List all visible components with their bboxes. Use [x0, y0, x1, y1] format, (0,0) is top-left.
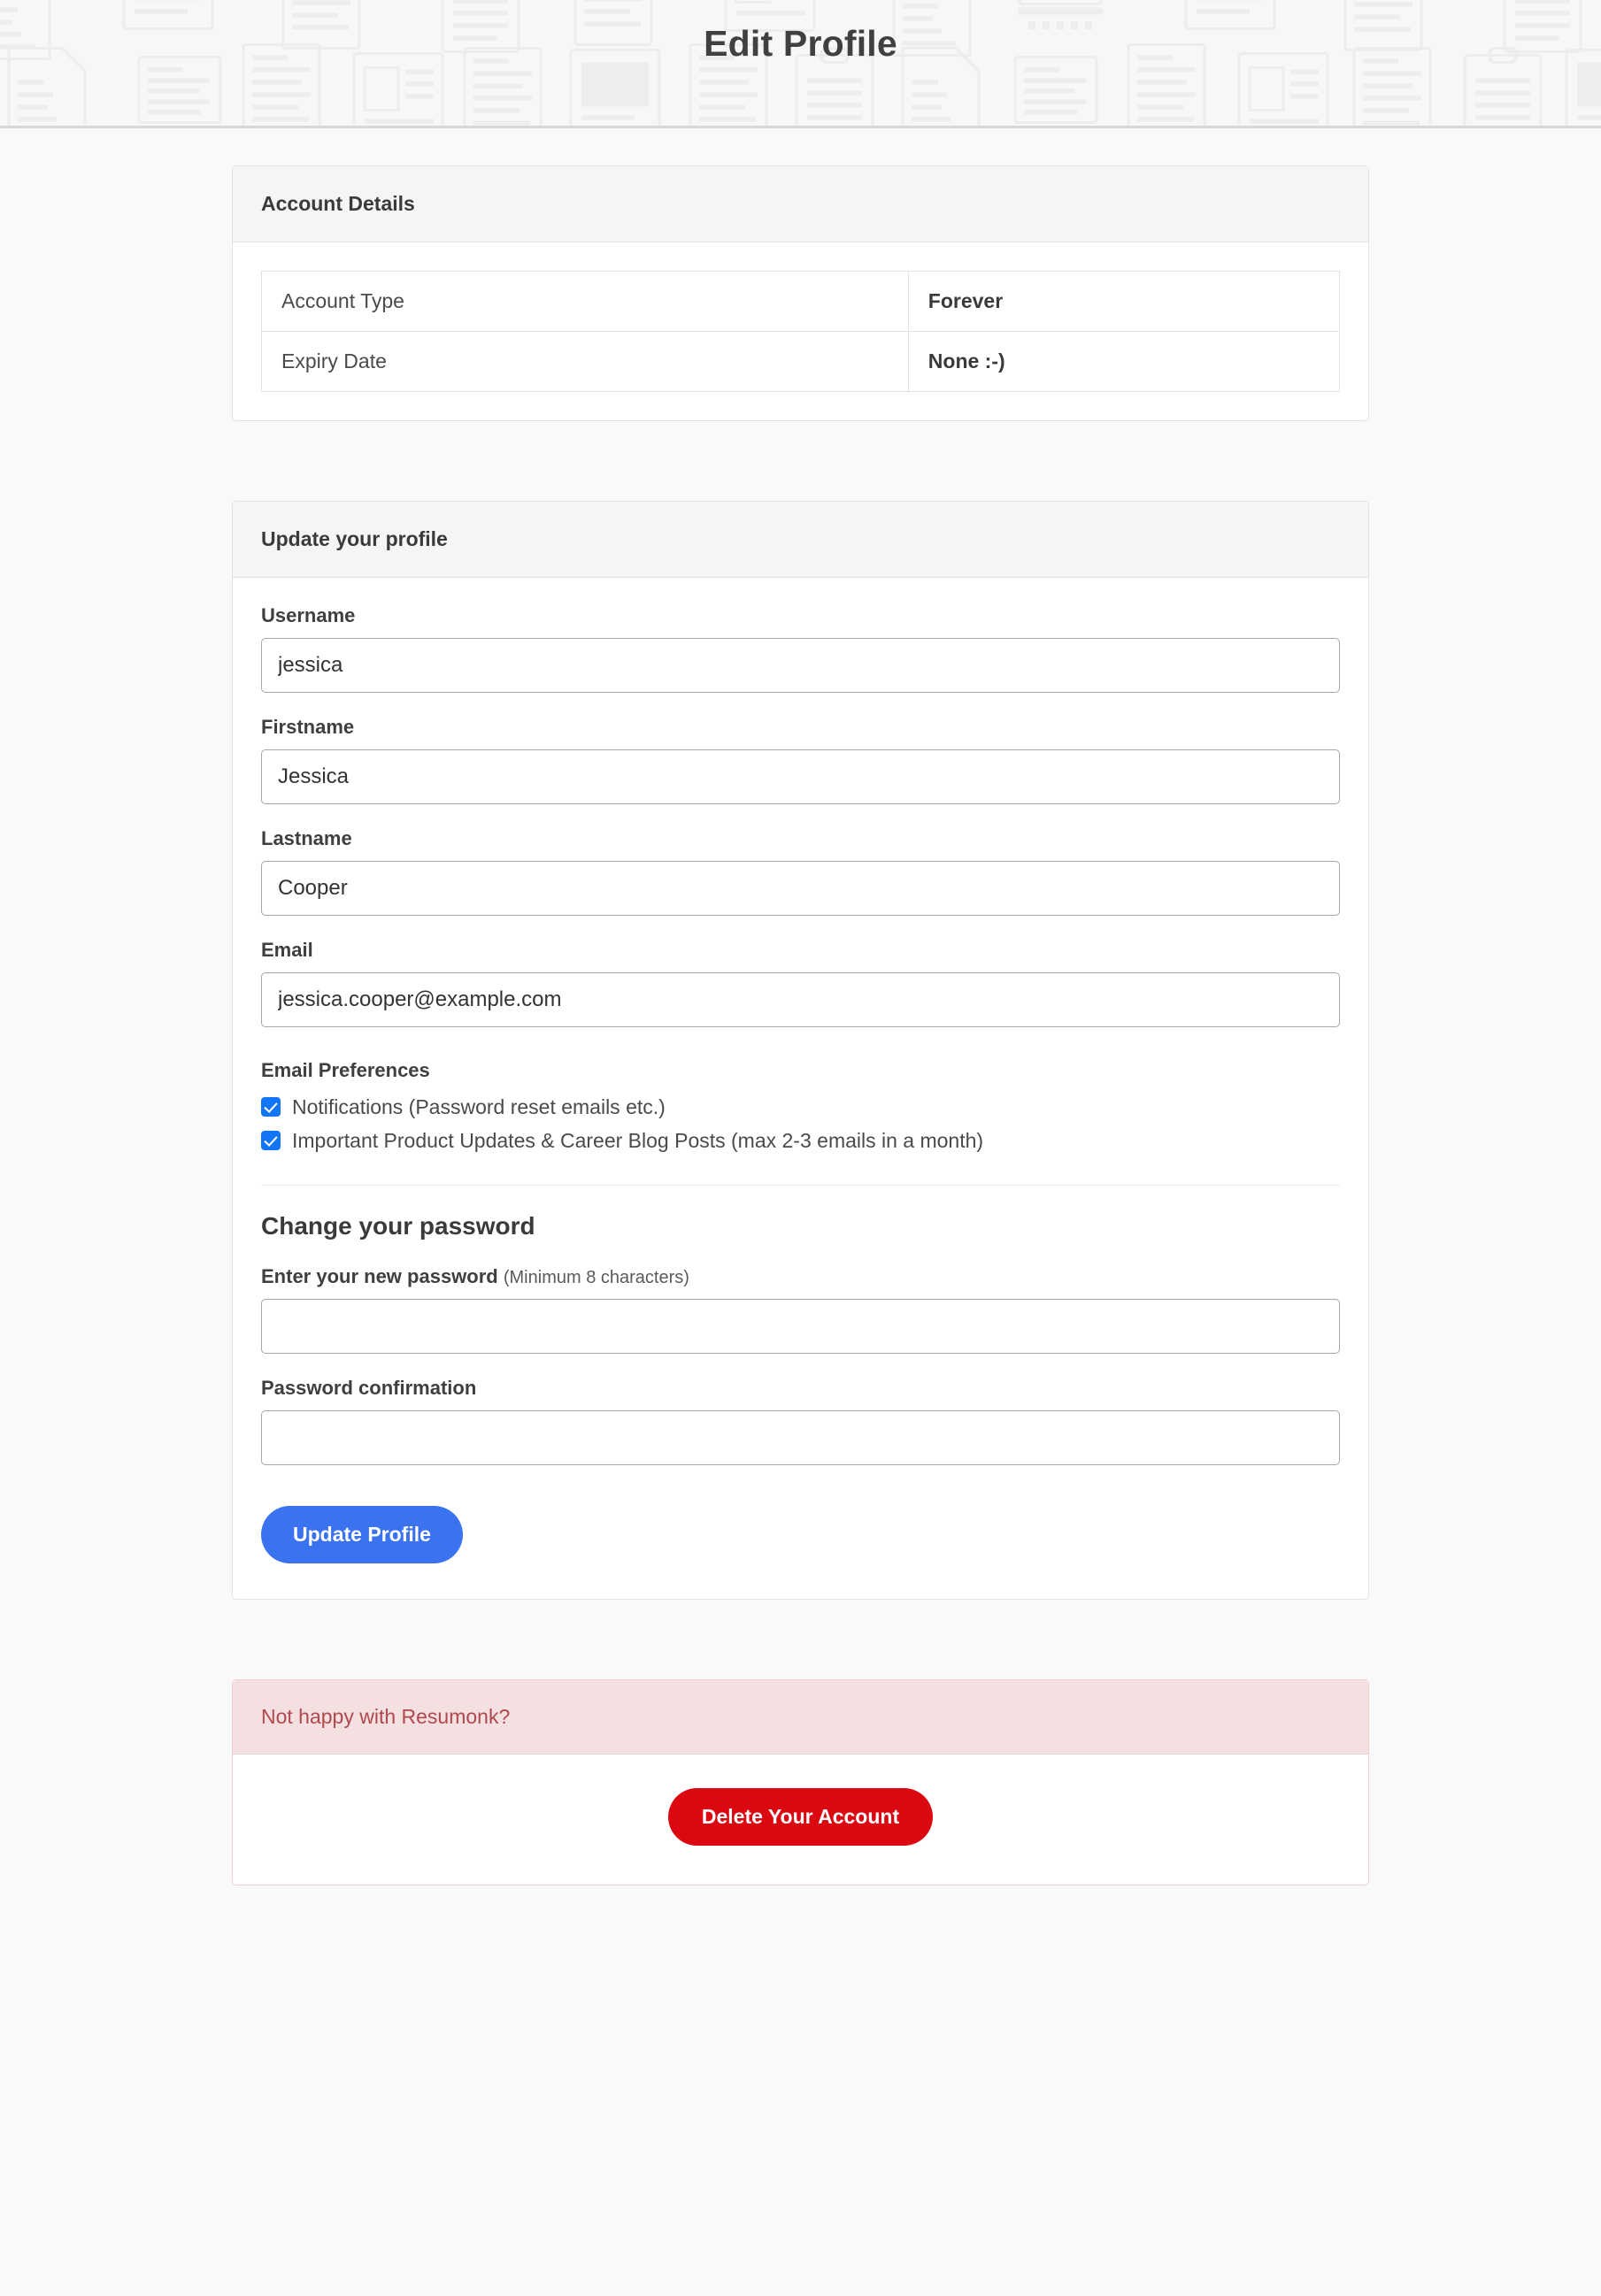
main-container: Account Details Account Type Forever Exp…	[232, 128, 1369, 1885]
username-input[interactable]	[261, 638, 1340, 693]
email-label: Email	[261, 939, 313, 961]
email-preferences-label: Email Preferences	[261, 1059, 430, 1081]
firstname-label: Firstname	[261, 716, 355, 738]
change-password-title: Change your password	[261, 1211, 535, 1240]
email-field-group: Email	[261, 939, 1340, 1027]
checkmark-icon[interactable]	[261, 1097, 281, 1117]
new-password-field-group: Enter your new password (Minimum 8 chara…	[261, 1265, 1340, 1354]
firstname-field-group: Firstname	[261, 716, 1340, 804]
email-preferences-group: Email Preferences Notifications (Passwor…	[261, 1059, 1340, 1154]
update-profile-button[interactable]: Update Profile	[261, 1505, 463, 1563]
update-profile-card: Update your profile Username Firstname L…	[232, 501, 1369, 1600]
password-confirmation-label: Password confirmation	[261, 1376, 477, 1399]
product-updates-checkbox-row[interactable]: Important Product Updates & Career Blog …	[261, 1128, 1340, 1154]
delete-account-body: Delete Your Account	[233, 1755, 1368, 1885]
account-type-label: Account Type	[261, 271, 909, 332]
page-header: Edit Profile	[0, 0, 1601, 128]
delete-account-card: Not happy with Resumonk? Delete Your Acc…	[232, 1678, 1369, 1885]
new-password-label-text: Enter your new password	[261, 1264, 498, 1287]
notifications-checkbox-row[interactable]: Notifications (Password reset emails etc…	[261, 1094, 1340, 1120]
table-row: Expiry Date None :-)	[261, 331, 1341, 392]
username-field-group: Username	[261, 604, 1340, 693]
delete-account-button[interactable]: Delete Your Account	[667, 1787, 934, 1846]
password-confirmation-field-group: Password confirmation	[261, 1377, 1340, 1465]
new-password-input[interactable]	[261, 1298, 1340, 1354]
account-details-card: Account Details Account Type Forever Exp…	[232, 165, 1369, 421]
lastname-label: Lastname	[261, 827, 352, 849]
expiry-date-label: Expiry Date	[261, 331, 909, 392]
expiry-date-value: None :-)	[907, 331, 1341, 392]
page-title: Edit Profile	[704, 23, 897, 64]
section-divider	[261, 1184, 1340, 1186]
notifications-checkbox-label: Notifications (Password reset emails etc…	[292, 1095, 666, 1118]
update-profile-title: Update your profile	[233, 502, 1368, 578]
new-password-label: Enter your new password (Minimum 8 chara…	[261, 1265, 1340, 1288]
password-confirmation-input[interactable]	[261, 1409, 1340, 1465]
account-details-body: Account Type Forever Expiry Date None :-…	[233, 242, 1368, 420]
product-updates-checkbox-label: Important Product Updates & Career Blog …	[292, 1128, 984, 1152]
account-details-title: Account Details	[233, 166, 1368, 242]
update-profile-form: Username Firstname Lastname Email Email …	[233, 578, 1368, 1599]
account-type-value: Forever	[907, 271, 1341, 332]
checkmark-icon[interactable]	[261, 1131, 281, 1151]
lastname-field-group: Lastname	[261, 827, 1340, 916]
email-input[interactable]	[261, 972, 1340, 1027]
firstname-input[interactable]	[261, 749, 1340, 804]
lastname-input[interactable]	[261, 861, 1340, 916]
new-password-hint: (Minimum 8 characters)	[503, 1267, 689, 1287]
table-row: Account Type Forever	[261, 271, 1341, 332]
account-details-table: Account Type Forever Expiry Date None :-…	[261, 271, 1341, 392]
username-label: Username	[261, 604, 356, 626]
delete-account-heading: Not happy with Resumonk?	[233, 1679, 1368, 1755]
